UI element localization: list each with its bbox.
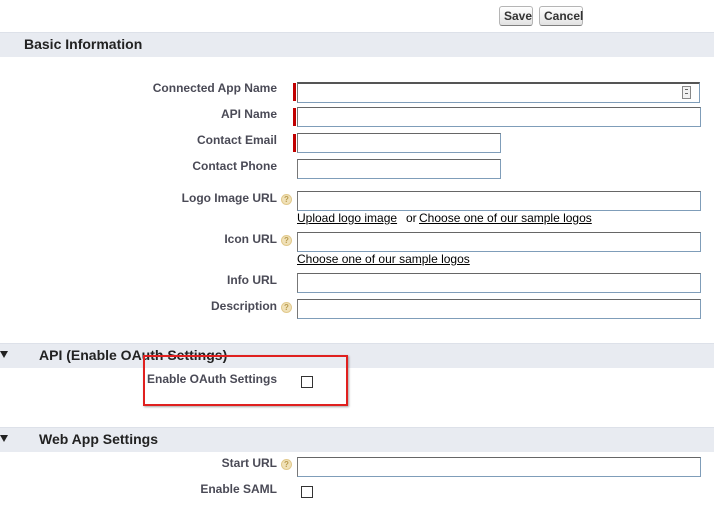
start-url-input[interactable] — [297, 457, 701, 477]
highlight-box — [143, 355, 348, 406]
info-url-label: Info URL — [227, 273, 277, 287]
contact-email-input[interactable] — [297, 133, 501, 153]
upload-logo-link[interactable]: Upload logo image — [297, 211, 397, 225]
logo-image-url-input[interactable] — [297, 191, 701, 211]
info-url-input[interactable] — [297, 273, 701, 293]
field-lookup-icon[interactable] — [682, 86, 691, 99]
collapse-triangle-icon[interactable] — [0, 435, 8, 442]
help-icon[interactable]: ? — [281, 459, 292, 470]
logo-image-url-label: Logo Image URL — [181, 191, 277, 205]
section-web-app-settings[interactable]: Web App Settings — [0, 427, 714, 452]
contact-phone-label: Contact Phone — [192, 159, 277, 173]
save-button[interactable]: Save — [499, 6, 533, 26]
contact-phone-input[interactable] — [297, 159, 501, 179]
enable-saml-label: Enable SAML — [200, 482, 277, 496]
choose-sample-icons-link[interactable]: Choose one of our sample logos — [297, 252, 470, 266]
help-icon[interactable]: ? — [281, 235, 292, 246]
section-basic-information: Basic Information — [0, 32, 714, 57]
help-icon[interactable]: ? — [281, 302, 292, 313]
section-api-oauth[interactable]: API (Enable OAuth Settings) — [0, 343, 714, 368]
choose-sample-logos-link[interactable]: Choose one of our sample logos — [419, 211, 592, 225]
section-title: Web App Settings — [39, 431, 158, 447]
section-title: Basic Information — [24, 36, 143, 52]
description-label: Description — [210, 299, 277, 313]
required-marker — [293, 83, 296, 101]
required-marker — [293, 134, 296, 152]
required-marker — [293, 108, 296, 126]
contact-email-label: Contact Email — [196, 133, 277, 147]
enable-saml-checkbox[interactable] — [301, 486, 313, 498]
api-name-label: API Name — [220, 107, 277, 121]
icon-url-label: Icon URL — [224, 232, 277, 246]
help-icon[interactable]: ? — [281, 194, 292, 205]
cancel-button[interactable]: Cancel — [539, 6, 583, 26]
api-name-input[interactable] — [297, 107, 701, 127]
collapse-triangle-icon[interactable] — [0, 351, 8, 358]
or-text: or — [406, 211, 417, 225]
description-input[interactable] — [297, 299, 701, 319]
start-url-label: Start URL — [221, 456, 277, 470]
connected-app-name-input[interactable] — [297, 82, 700, 103]
icon-url-input[interactable] — [297, 232, 701, 252]
connected-app-name-label: Connected App Name — [152, 81, 277, 95]
